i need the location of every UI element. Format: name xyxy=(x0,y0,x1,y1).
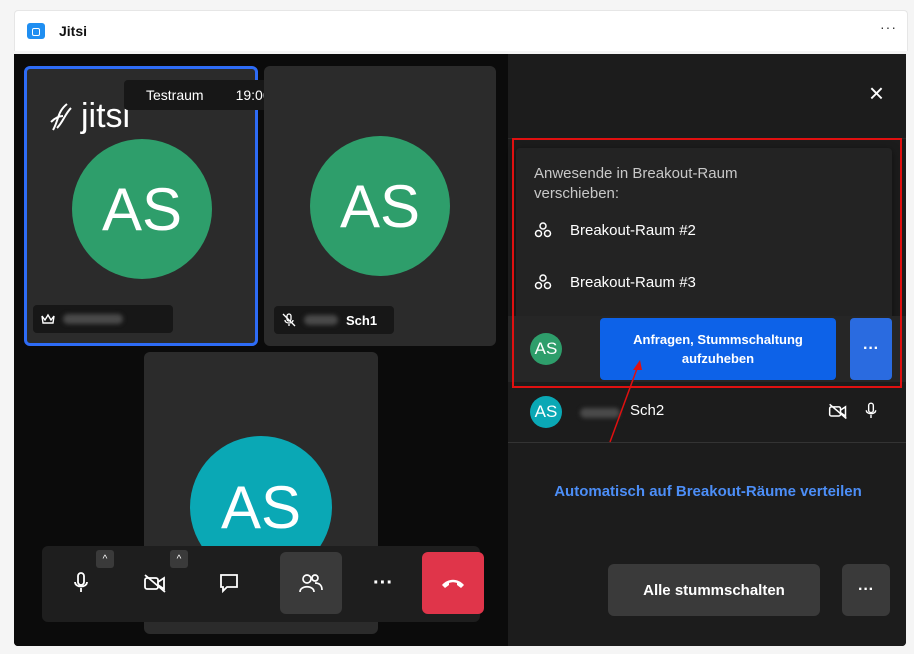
microphone-icon xyxy=(865,402,877,418)
menu-item-breakout-3[interactable]: Breakout-Raum #3 xyxy=(534,266,696,298)
blurred-name xyxy=(63,314,123,324)
participant-avatar: AS xyxy=(530,333,562,365)
jitsi-logo-icon xyxy=(50,102,72,131)
breakout-room-icon xyxy=(534,274,552,290)
video-tile-2[interactable]: AS Sch1 xyxy=(264,66,496,346)
tile-avatar: AS xyxy=(72,139,212,279)
video-area: jitsi AS Testraum 19:06 3 AS xyxy=(14,54,508,646)
divider xyxy=(508,138,906,139)
meeting-window: jitsi AS Testraum 19:06 3 AS xyxy=(14,54,906,646)
more-actions-button[interactable]: ··· xyxy=(358,558,408,608)
breakout-context-menu: Anwesende in Breakout-Raum verschieben: … xyxy=(516,148,892,320)
room-name: Testraum xyxy=(146,87,204,103)
blurred-name xyxy=(304,315,338,325)
participant-nametag: Sch1 xyxy=(274,306,394,334)
participant-name: Sch1 xyxy=(346,312,378,328)
tile-avatar: AS xyxy=(310,136,450,276)
participants-pane: × Anwesende in Breakout-Raum verschieben… xyxy=(508,54,906,646)
moderator-crown-icon xyxy=(41,313,55,324)
camera-off-icon xyxy=(828,403,847,420)
chat-icon xyxy=(220,574,238,593)
jitsi-logo-text: jitsi xyxy=(81,97,131,135)
close-pane-button[interactable]: × xyxy=(869,78,884,109)
jitsi-app-icon xyxy=(27,23,45,39)
participant-nametag xyxy=(33,305,173,333)
mute-all-button[interactable]: Alle stummschalten xyxy=(608,564,820,616)
jitsi-logo: jitsi xyxy=(49,97,130,136)
mic-options-caret[interactable]: ^ xyxy=(96,550,114,568)
avatar-initials: AS xyxy=(534,339,558,358)
microphone-icon xyxy=(74,572,88,592)
meeting-toolbar: ^ ^ ··· xyxy=(42,546,484,622)
avatar-initials: AS xyxy=(101,175,183,243)
annotation-arrow xyxy=(609,360,642,443)
divider xyxy=(508,442,906,443)
participants-button[interactable] xyxy=(280,552,342,614)
participant-more-button[interactable]: ··· xyxy=(850,318,892,380)
title-bar: Jitsi ··· xyxy=(14,10,908,51)
camera-options-caret[interactable]: ^ xyxy=(170,550,188,568)
menu-item-label: Breakout-Raum #3 xyxy=(570,273,696,291)
auto-assign-breakout-link[interactable]: Automatisch auf Breakout-Räume verteilen xyxy=(548,476,868,507)
participant-avatar: AS xyxy=(530,396,562,428)
menu-item-breakout-2[interactable]: Breakout-Raum #2 xyxy=(534,214,696,246)
avatar-initials: AS xyxy=(220,473,302,541)
hangup-icon xyxy=(442,579,464,588)
window-more-button[interactable]: ··· xyxy=(880,19,897,35)
participant-row[interactable]: AS Sch2 xyxy=(508,388,906,438)
menu-item-label: Breakout-Raum #2 xyxy=(570,221,696,239)
participants-icon xyxy=(299,574,323,593)
mic-muted-icon xyxy=(282,313,296,327)
camera-off-icon xyxy=(144,574,166,593)
avatar-initials: AS xyxy=(534,402,558,421)
avatar-initials: AS xyxy=(339,172,421,240)
hangup-button[interactable] xyxy=(422,552,484,614)
pane-more-button[interactable]: ··· xyxy=(842,564,890,616)
app-title: Jitsi xyxy=(59,23,88,39)
menu-heading: Anwesende in Breakout-Raum verschieben: xyxy=(534,165,738,202)
chat-button[interactable] xyxy=(204,558,254,608)
breakout-room-icon xyxy=(534,222,552,238)
